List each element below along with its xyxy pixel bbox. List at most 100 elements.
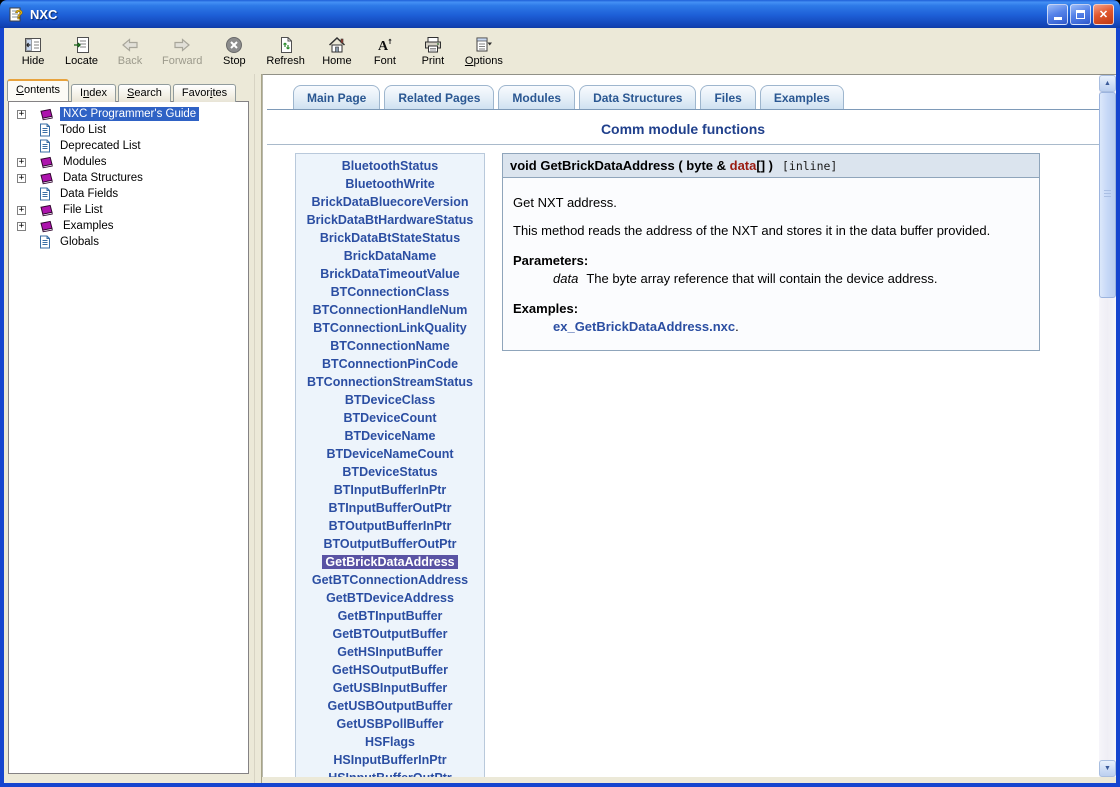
function-link[interactable]: BluetoothStatus bbox=[342, 159, 439, 173]
tab-favorites[interactable]: Favorites bbox=[173, 84, 236, 102]
toolbar: Hide Locate Back bbox=[4, 28, 1116, 74]
function-link[interactable]: BrickDataTimeoutValue bbox=[320, 267, 459, 281]
function-link[interactable]: BTConnectionClass bbox=[331, 285, 450, 299]
tree-item-label: File List bbox=[60, 203, 106, 217]
scroll-down-button[interactable]: ▼ bbox=[1099, 760, 1116, 777]
content-tab[interactable]: Files bbox=[700, 85, 755, 109]
example-file-link[interactable]: ex_GetBrickDataAddress.nxc bbox=[553, 319, 735, 334]
function-link[interactable]: BrickDataName bbox=[344, 249, 436, 263]
function-link[interactable]: GetBTDeviceAddress bbox=[326, 591, 454, 605]
navigation-panel: Contents Index Search Favorites bbox=[4, 74, 254, 783]
locate-button[interactable]: Locate bbox=[60, 34, 103, 69]
function-link[interactable]: BTInputBufferOutPtr bbox=[329, 501, 452, 515]
function-signature: void GetBrickDataAddress ( byte & data[]… bbox=[503, 154, 1039, 178]
page-icon bbox=[39, 123, 51, 137]
content-tab[interactable]: Related Pages bbox=[384, 85, 494, 109]
function-link[interactable]: GetUSBOutputBuffer bbox=[328, 699, 453, 713]
home-button[interactable]: Home bbox=[316, 34, 358, 69]
tree-item[interactable]: Examples bbox=[9, 218, 248, 234]
function-link[interactable]: BTConnectionHandleNum bbox=[313, 303, 468, 317]
font-button[interactable]: A Font bbox=[364, 34, 406, 69]
print-button[interactable]: Print bbox=[412, 34, 454, 69]
scrollbar-thumb[interactable] bbox=[1099, 92, 1116, 298]
function-link[interactable]: GetBTOutputBuffer bbox=[332, 627, 447, 641]
scroll-up-button[interactable]: ▲ bbox=[1099, 75, 1116, 92]
hide-button[interactable]: Hide bbox=[12, 34, 54, 69]
parameter-description: The byte array reference that will conta… bbox=[586, 271, 937, 286]
function-link[interactable]: GetBTConnectionAddress bbox=[312, 573, 468, 587]
stop-icon bbox=[225, 36, 243, 54]
help-app-icon: ? bbox=[8, 6, 25, 23]
function-link[interactable]: BTConnectionName bbox=[330, 339, 449, 353]
function-link[interactable]: GetBrickDataAddress bbox=[322, 555, 457, 569]
function-link[interactable]: GetUSBInputBuffer bbox=[333, 681, 448, 695]
expand-plus-icon[interactable] bbox=[17, 222, 26, 231]
function-link[interactable]: BrickDataBluecoreVersion bbox=[311, 195, 468, 209]
expand-plus-icon[interactable] bbox=[17, 206, 26, 215]
options-button[interactable]: Options bbox=[460, 34, 508, 69]
close-icon: ✕ bbox=[1099, 8, 1108, 21]
function-link[interactable]: BTOutputBufferOutPtr bbox=[323, 537, 456, 551]
function-link[interactable]: GetUSBPollBuffer bbox=[337, 717, 444, 731]
function-link[interactable]: HSInputBufferInPtr bbox=[333, 753, 446, 767]
function-link[interactable]: HSInputBufferOutPtr bbox=[328, 771, 452, 777]
function-link[interactable]: BrickDataBtStateStatus bbox=[320, 231, 460, 245]
content-tab[interactable]: Examples bbox=[760, 85, 844, 109]
tree-item[interactable]: Modules bbox=[9, 154, 248, 170]
help-viewer-window: ? NXC ✕ Hide bbox=[0, 0, 1120, 787]
content-tab[interactable]: Modules bbox=[498, 85, 575, 109]
tree-item-label: Deprecated List bbox=[57, 139, 144, 153]
doxygen-tab-bar: Main Page Related Pages Modules Data Str… bbox=[267, 85, 1099, 110]
expand-plus-icon[interactable] bbox=[17, 110, 26, 119]
panel-splitter[interactable] bbox=[254, 74, 262, 783]
maximize-button[interactable] bbox=[1070, 4, 1091, 25]
function-link[interactable]: BTDeviceClass bbox=[345, 393, 435, 407]
expand-plus-icon[interactable] bbox=[17, 174, 26, 183]
function-link[interactable]: BTOutputBufferInPtr bbox=[329, 519, 452, 533]
back-button[interactable]: Back bbox=[109, 34, 151, 69]
tree-item[interactable]: File List bbox=[9, 202, 248, 218]
close-button[interactable]: ✕ bbox=[1093, 4, 1114, 25]
content-tab[interactable]: Data Structures bbox=[579, 85, 696, 109]
chevron-down-icon: ▼ bbox=[1104, 765, 1111, 772]
forward-button[interactable]: Forward bbox=[157, 34, 207, 69]
tab-index[interactable]: Index bbox=[71, 84, 116, 102]
function-detail-box: void GetBrickDataAddress ( byte & data[]… bbox=[502, 153, 1040, 351]
function-link[interactable]: BTConnectionStreamStatus bbox=[307, 375, 473, 389]
function-link[interactable]: BTConnectionPinCode bbox=[322, 357, 458, 371]
page-title: Comm module functions bbox=[267, 121, 1099, 137]
stop-button[interactable]: Stop bbox=[213, 34, 255, 69]
function-link[interactable]: GetBTInputBuffer bbox=[338, 609, 443, 623]
brief-text: Get NXT address. bbox=[513, 195, 1029, 210]
refresh-icon bbox=[277, 36, 295, 54]
function-link[interactable]: BTInputBufferInPtr bbox=[334, 483, 446, 497]
function-link[interactable]: BTDeviceStatus bbox=[342, 465, 437, 479]
tree-item[interactable]: Data Fields bbox=[9, 186, 248, 202]
tree-item[interactable]: Todo List bbox=[9, 122, 248, 138]
minimize-button[interactable] bbox=[1047, 4, 1068, 25]
function-link[interactable]: GetHSOutputBuffer bbox=[332, 663, 448, 677]
page-icon bbox=[39, 187, 51, 201]
function-link[interactable]: BTDeviceNameCount bbox=[326, 447, 453, 461]
tab-contents[interactable]: Contents bbox=[7, 79, 69, 101]
function-link[interactable]: BTConnectionLinkQuality bbox=[313, 321, 466, 335]
title-divider bbox=[267, 144, 1099, 145]
tree-item[interactable]: Data Structures bbox=[9, 170, 248, 186]
vertical-scrollbar[interactable]: ▲ ▼ bbox=[1099, 75, 1116, 777]
function-link[interactable]: BTDeviceCount bbox=[343, 411, 436, 425]
refresh-button[interactable]: Refresh bbox=[261, 34, 310, 69]
expand-plus-icon[interactable] bbox=[17, 158, 26, 167]
function-link[interactable]: BrickDataBtHardwareStatus bbox=[307, 213, 474, 227]
book-icon bbox=[39, 204, 54, 217]
tree-item[interactable]: Deprecated List bbox=[9, 138, 248, 154]
function-link[interactable]: BluetoothWrite bbox=[345, 177, 434, 191]
tab-search[interactable]: Search bbox=[118, 84, 171, 102]
function-link[interactable]: HSFlags bbox=[365, 735, 415, 749]
minimize-icon bbox=[1054, 17, 1062, 20]
content-tab[interactable]: Main Page bbox=[293, 85, 380, 109]
function-link[interactable]: GetHSInputBuffer bbox=[337, 645, 443, 659]
function-link[interactable]: BTDeviceName bbox=[344, 429, 435, 443]
titlebar[interactable]: ? NXC ✕ bbox=[0, 0, 1120, 28]
tree-item[interactable]: NXC Programmer's Guide bbox=[9, 106, 248, 122]
tree-item[interactable]: Globals bbox=[9, 234, 248, 250]
